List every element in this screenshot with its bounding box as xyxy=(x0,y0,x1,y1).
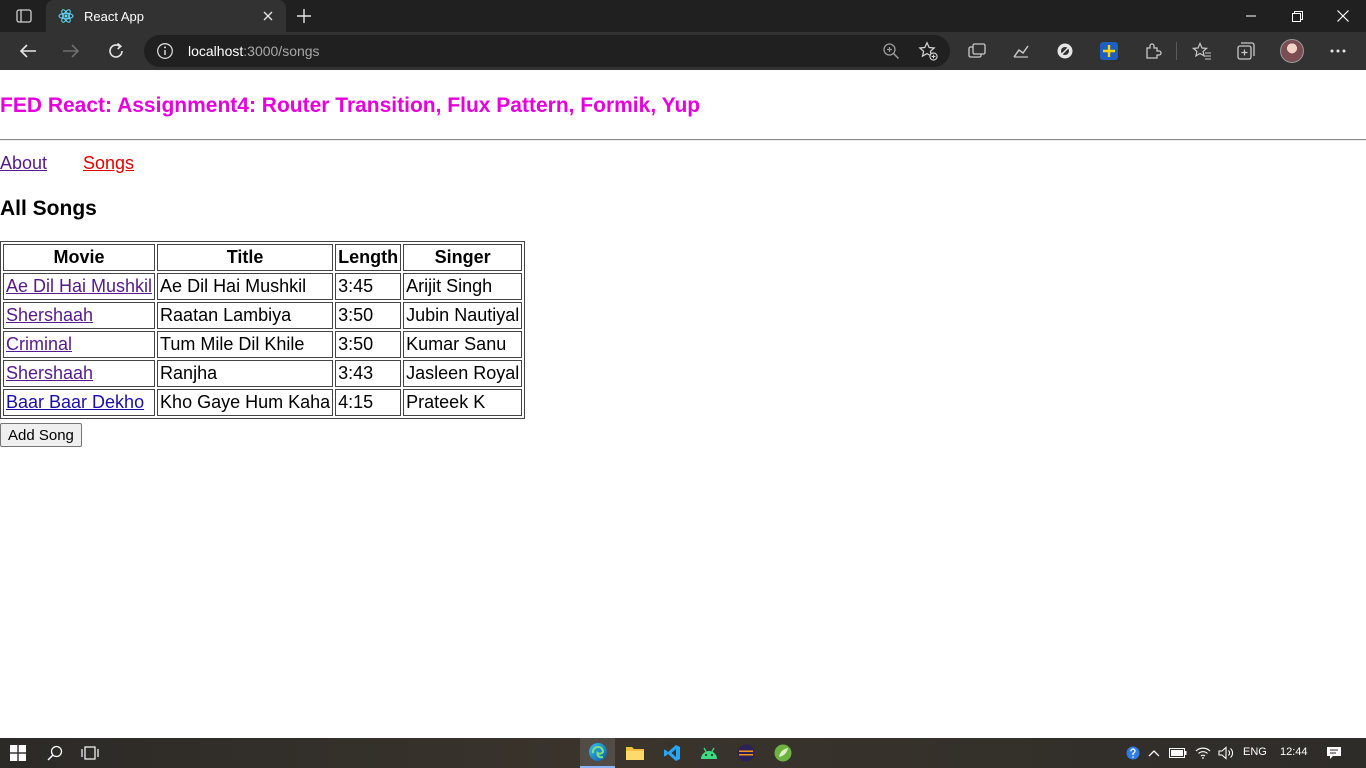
vscode-icon[interactable] xyxy=(654,738,689,768)
react-logo-icon xyxy=(58,8,74,24)
column-header-movie: Movie xyxy=(3,244,156,271)
eclipse-icon[interactable] xyxy=(728,738,763,768)
plus-extension-icon[interactable] xyxy=(1099,41,1119,61)
new-tab-icon[interactable] xyxy=(292,5,316,27)
column-header-title: Title xyxy=(157,244,334,271)
singer-cell: Prateek K xyxy=(403,389,523,416)
help-tray-icon[interactable] xyxy=(1124,738,1142,768)
page-content: FED React: Assignment4: Router Transitio… xyxy=(0,70,1366,738)
singer-cell: Kumar Sanu xyxy=(403,331,523,358)
volume-icon[interactable] xyxy=(1216,738,1236,768)
singer-cell: Jasleen Royal xyxy=(403,360,523,387)
length-cell: 4:15 xyxy=(335,389,402,416)
tab-title: React App xyxy=(84,8,144,24)
collections-extension-icon[interactable] xyxy=(967,41,987,61)
wifi-icon[interactable] xyxy=(1193,738,1213,768)
browser-title-bar: React App xyxy=(0,0,1366,32)
window-close-icon[interactable] xyxy=(1320,0,1366,32)
movie-link[interactable]: Ae Dil Hai Mushkil xyxy=(6,276,152,296)
back-icon[interactable] xyxy=(13,36,43,66)
refresh-icon[interactable] xyxy=(101,36,131,66)
start-icon[interactable] xyxy=(0,738,36,768)
add-song-button[interactable]: Add Song xyxy=(0,423,82,447)
movie-cell: Baar Baar Dekho xyxy=(3,389,156,416)
table-row: Criminal Tum Mile Dil Khile 3:50 Kumar S… xyxy=(3,331,523,358)
stats-extension-icon[interactable] xyxy=(1011,41,1031,61)
collections-icon[interactable] xyxy=(1236,41,1256,61)
movie-cell: Criminal xyxy=(3,331,156,358)
tab-actions-icon[interactable] xyxy=(10,6,38,26)
singer-cell: Jubin Nautiyal xyxy=(403,302,523,329)
address-bar[interactable]: localhost:3000/songs xyxy=(144,35,950,67)
url-text[interactable]: localhost:3000/songs xyxy=(188,43,320,59)
edge-icon[interactable] xyxy=(580,738,615,768)
title-cell: Kho Gaye Hum Kaha xyxy=(157,389,334,416)
profile-avatar[interactable] xyxy=(1280,39,1304,63)
nav-link-about[interactable]: About xyxy=(0,153,47,174)
movie-link[interactable]: Baar Baar Dekho xyxy=(6,392,144,412)
movie-link[interactable]: Shershaah xyxy=(6,363,93,383)
block-extension-icon[interactable] xyxy=(1055,41,1075,61)
songs-table: Movie Title Length Singer Ae Dil Hai Mus… xyxy=(0,241,526,419)
add-favorite-icon[interactable] xyxy=(918,41,938,61)
browser-toolbar: localhost:3000/songs xyxy=(0,32,1366,70)
length-cell: 3:45 xyxy=(335,273,402,300)
table-header-row: Movie Title Length Singer xyxy=(3,244,523,271)
favorites-icon[interactable] xyxy=(1192,41,1212,61)
more-menu-icon[interactable] xyxy=(1328,41,1348,61)
browser-tab[interactable]: React App xyxy=(46,0,286,32)
column-header-singer: Singer xyxy=(403,244,523,271)
battery-icon[interactable] xyxy=(1168,738,1188,768)
singer-cell: Arijit Singh xyxy=(403,273,523,300)
minimize-icon[interactable] xyxy=(1228,0,1274,32)
search-icon[interactable] xyxy=(38,738,72,768)
movie-cell: Shershaah xyxy=(3,302,156,329)
task-view-icon[interactable] xyxy=(73,738,107,768)
tab-close-icon[interactable] xyxy=(260,8,276,24)
url-host: localhost xyxy=(188,43,244,59)
length-cell: 3:50 xyxy=(335,331,402,358)
title-cell: Ranjha xyxy=(157,360,334,387)
movie-cell: Ae Dil Hai Mushkil xyxy=(3,273,156,300)
action-center-icon[interactable] xyxy=(1322,738,1346,768)
toolbar-separator xyxy=(1176,42,1177,60)
zoom-icon[interactable] xyxy=(882,42,900,60)
language-indicator[interactable]: ENG xyxy=(1243,746,1267,758)
chevron-up-icon[interactable] xyxy=(1145,738,1163,768)
table-row: Ae Dil Hai Mushkil Ae Dil Hai Mushkil 3:… xyxy=(3,273,523,300)
app-header: FED React: Assignment4: Router Transitio… xyxy=(0,94,701,117)
url-path: :3000/songs xyxy=(243,43,320,59)
nav-link-songs[interactable]: Songs xyxy=(83,153,134,174)
spring-tool-icon[interactable] xyxy=(765,738,800,768)
movie-link[interactable]: Criminal xyxy=(6,334,72,354)
length-cell: 3:50 xyxy=(335,302,402,329)
clock[interactable]: 12:44 xyxy=(1280,746,1308,758)
file-explorer-icon[interactable] xyxy=(617,738,652,768)
forward-icon xyxy=(56,36,86,66)
restore-icon[interactable] xyxy=(1274,0,1320,32)
column-header-length: Length xyxy=(335,244,402,271)
length-cell: 3:43 xyxy=(335,360,402,387)
movie-cell: Shershaah xyxy=(3,360,156,387)
movie-link[interactable]: Shershaah xyxy=(6,305,93,325)
android-studio-icon[interactable] xyxy=(691,738,726,768)
table-row: Shershaah Raatan Lambiya 3:50 Jubin Naut… xyxy=(3,302,523,329)
windows-taskbar: ENG 12:44 xyxy=(0,738,1366,768)
table-row: Shershaah Ranjha 3:43 Jasleen Royal xyxy=(3,360,523,387)
title-cell: Raatan Lambiya xyxy=(157,302,334,329)
page-title: All Songs xyxy=(0,197,97,220)
table-row: Baar Baar Dekho Kho Gaye Hum Kaha 4:15 P… xyxy=(3,389,523,416)
title-cell: Tum Mile Dil Khile xyxy=(157,331,334,358)
extensions-icon[interactable] xyxy=(1143,41,1163,61)
title-cell: Ae Dil Hai Mushkil xyxy=(157,273,334,300)
site-info-icon[interactable] xyxy=(156,42,174,60)
header-divider xyxy=(0,139,1366,141)
